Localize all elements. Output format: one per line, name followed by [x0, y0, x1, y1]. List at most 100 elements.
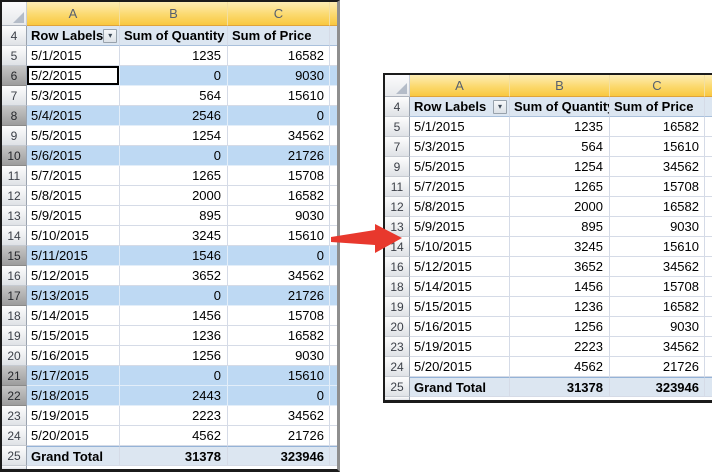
cell-date[interactable]: 5/20/2015 [27, 426, 120, 446]
cell-quantity[interactable]: 1265 [510, 177, 610, 197]
cell-date[interactable]: 5/15/2015 [410, 297, 510, 317]
row-header-4[interactable]: 4 [2, 26, 27, 46]
cell-price[interactable]: 15708 [228, 306, 330, 326]
cell-quantity[interactable]: 0 [120, 366, 228, 386]
column-header-c[interactable]: C [610, 75, 705, 97]
cell-quantity[interactable]: 1254 [120, 126, 228, 146]
cell-price[interactable]: 0 [228, 106, 330, 126]
cell-quantity[interactable]: 3245 [510, 237, 610, 257]
cell-quantity[interactable]: 1265 [120, 166, 228, 186]
cell-grand-total-price[interactable]: 323946 [228, 446, 330, 466]
cell-quantity[interactable]: 2546 [120, 106, 228, 126]
cell-date[interactable]: 5/5/2015 [27, 126, 120, 146]
cell-quantity[interactable]: 1256 [120, 346, 228, 366]
column-header-b[interactable]: B [120, 2, 228, 26]
cell-price[interactable]: 9030 [610, 217, 705, 237]
cell-date[interactable]: 5/3/2015 [27, 86, 120, 106]
cell-price[interactable]: 15610 [228, 366, 330, 386]
filter-dropdown-button[interactable]: ▾ [493, 99, 507, 114]
cell-quantity[interactable]: 1546 [120, 246, 228, 266]
cell-price[interactable]: 34562 [228, 406, 330, 426]
cell-price[interactable]: 16582 [610, 197, 705, 217]
cell-price[interactable]: 16582 [610, 117, 705, 137]
cell-date[interactable]: 5/15/2015 [27, 326, 120, 346]
cell-quantity[interactable]: 2223 [510, 337, 610, 357]
cell-date[interactable]: 5/7/2015 [410, 177, 510, 197]
cell-date[interactable]: 5/17/2015 [27, 366, 120, 386]
column-header-a[interactable]: A [27, 2, 120, 26]
cell-quantity[interactable]: 2000 [120, 186, 228, 206]
column-header-c[interactable]: C [228, 2, 330, 26]
cell-sum-of-quantity-header[interactable]: Sum of Quantity [120, 26, 228, 46]
cell-price[interactable]: 9030 [228, 346, 330, 366]
filter-dropdown-button[interactable]: ▾ [103, 28, 118, 43]
cell-quantity[interactable]: 895 [120, 206, 228, 226]
cell-price[interactable]: 9030 [228, 206, 330, 226]
cell-quantity[interactable]: 1456 [120, 306, 228, 326]
row-header-19[interactable]: 19 [2, 326, 27, 346]
row-header-15[interactable]: 15 [2, 246, 27, 266]
cell-date[interactable]: 5/7/2015 [27, 166, 120, 186]
cell-date[interactable]: 5/9/2015 [410, 217, 510, 237]
cell-date[interactable]: 5/18/2015 [27, 386, 120, 406]
row-header-16[interactable]: 16 [385, 257, 410, 277]
row-header-12[interactable]: 12 [2, 186, 27, 206]
row-header-9[interactable]: 9 [2, 126, 27, 146]
row-header-25[interactable]: 25 [385, 377, 410, 397]
cell-grand-total-label[interactable]: Grand Total [27, 446, 120, 466]
cell-price[interactable]: 16582 [228, 326, 330, 346]
cell-quantity[interactable]: 3245 [120, 226, 228, 246]
row-header-13[interactable]: 13 [2, 206, 27, 226]
cell-date[interactable]: 5/16/2015 [27, 346, 120, 366]
cell-quantity[interactable]: 0 [120, 146, 228, 166]
cell-price[interactable]: 9030 [228, 66, 330, 86]
row-header-25[interactable]: 25 [2, 446, 27, 466]
cell-quantity[interactable]: 1254 [510, 157, 610, 177]
cell-date[interactable]: 5/6/2015 [27, 146, 120, 166]
row-header-19[interactable]: 19 [385, 297, 410, 317]
cell-quantity[interactable]: 4562 [510, 357, 610, 377]
row-header-22[interactable]: 22 [2, 386, 27, 406]
row-header-17[interactable]: 17 [2, 286, 27, 306]
cell-quantity[interactable]: 2000 [510, 197, 610, 217]
cell-date[interactable]: 5/1/2015 [27, 46, 120, 66]
cell-sum-of-price-header[interactable]: Sum of Price [228, 26, 330, 46]
row-header-14[interactable]: 14 [2, 226, 27, 246]
cell-price[interactable]: 34562 [228, 126, 330, 146]
row-header-7[interactable]: 7 [2, 86, 27, 106]
cell-date[interactable]: 5/14/2015 [27, 306, 120, 326]
cell-price[interactable]: 34562 [610, 157, 705, 177]
cell-date[interactable]: 5/13/2015 [27, 286, 120, 306]
cell-date[interactable]: 5/9/2015 [27, 206, 120, 226]
row-header-4[interactable]: 4 [385, 97, 410, 117]
cell-price[interactable]: 21726 [228, 146, 330, 166]
cell-date[interactable]: 5/8/2015 [27, 186, 120, 206]
cell-sum-of-price-header[interactable]: Sum of Price [610, 97, 705, 117]
row-header-11[interactable]: 11 [385, 177, 410, 197]
cell-price[interactable]: 16582 [610, 297, 705, 317]
row-header-7[interactable]: 7 [385, 137, 410, 157]
row-header-11[interactable]: 11 [2, 166, 27, 186]
cell-date[interactable]: 5/11/2015 [27, 246, 120, 266]
cell-price[interactable]: 21726 [610, 357, 705, 377]
cell-price[interactable]: 34562 [228, 266, 330, 286]
row-header-24[interactable]: 24 [2, 426, 27, 446]
cell-price[interactable]: 15708 [228, 166, 330, 186]
cell-quantity[interactable]: 2443 [120, 386, 228, 406]
cell-grand-total-label[interactable]: Grand Total [410, 377, 510, 397]
cell-date[interactable]: 5/4/2015 [27, 106, 120, 126]
active-cell-date[interactable]: 5/2/2015 [27, 66, 120, 86]
cell-quantity[interactable]: 1236 [510, 297, 610, 317]
cell-grand-total-quantity[interactable]: 31378 [510, 377, 610, 397]
cell-grand-total-quantity[interactable]: 31378 [120, 446, 228, 466]
cell-date[interactable]: 5/8/2015 [410, 197, 510, 217]
cell-price[interactable]: 9030 [610, 317, 705, 337]
cell-date[interactable]: 5/3/2015 [410, 137, 510, 157]
cell-price[interactable]: 15708 [610, 177, 705, 197]
cell-date[interactable]: 5/1/2015 [410, 117, 510, 137]
cell-quantity[interactable]: 1235 [120, 46, 228, 66]
cell-date[interactable]: 5/10/2015 [410, 237, 510, 257]
cell-date[interactable]: 5/10/2015 [27, 226, 120, 246]
cell-quantity[interactable]: 564 [120, 86, 228, 106]
select-all-corner[interactable] [385, 75, 410, 97]
